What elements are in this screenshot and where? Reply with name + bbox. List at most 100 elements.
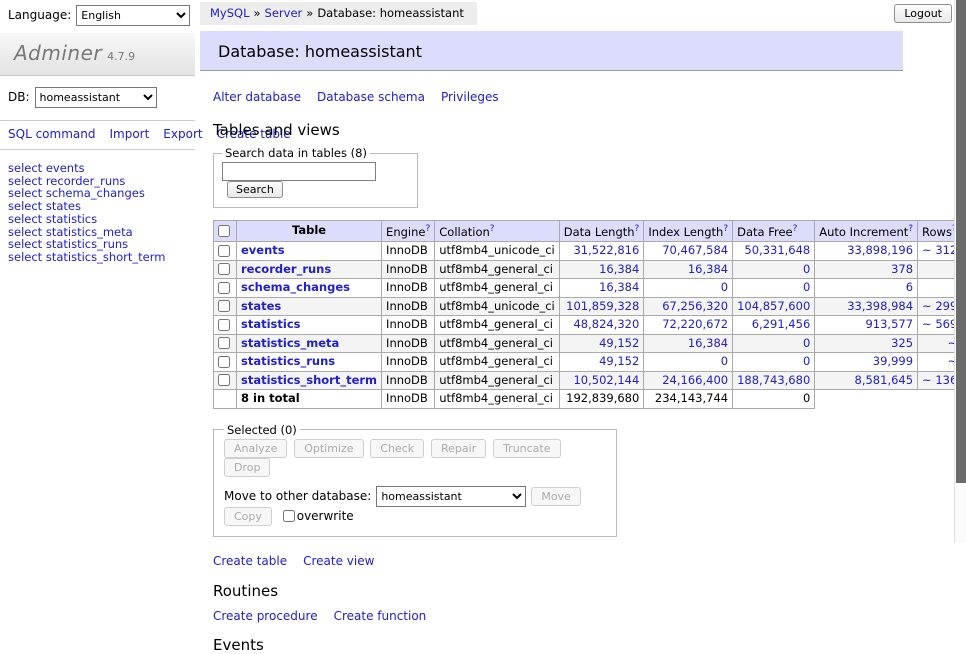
column-header-data-free: Data Free?	[733, 221, 815, 242]
table-total-row: 8 in totalInnoDButf8mb4_general_ci192,83…	[214, 390, 966, 409]
copy-button[interactable]: Copy	[224, 507, 272, 526]
breadcrumb-current: Database: homeassistant	[317, 6, 464, 20]
main-area: MySQL»Server»Database: homeassistant Dat…	[200, 0, 955, 654]
routine-link-create-procedure[interactable]: Create procedure	[213, 609, 318, 623]
language-row: Language: English	[0, 0, 195, 26]
column-hint-icon[interactable]: ?	[425, 224, 430, 234]
table-row: statistics_metaInnoDButf8mb4_general_ci4…	[214, 334, 966, 353]
analyze-button[interactable]: Analyze	[224, 439, 287, 458]
table-link-statistics_runs[interactable]: statistics_runs	[241, 354, 335, 368]
column-hint-icon[interactable]: ?	[723, 224, 728, 234]
create-link-create-view[interactable]: Create view	[303, 554, 374, 568]
table-link-statistics_meta[interactable]: statistics_meta	[241, 336, 339, 350]
db-select[interactable]: homeassistant	[35, 87, 157, 108]
total-label: 8 in total	[237, 390, 382, 409]
scrollbar-thumb[interactable]	[956, 0, 966, 483]
sidebar-command-links: SQL commandImportExportCreate table	[0, 120, 195, 150]
cell-collation: utf8mb4_general_ci	[435, 316, 560, 335]
sidebar-select-statistics[interactable]: select statistics	[8, 213, 195, 226]
cell-engine: InnoDB	[382, 279, 435, 298]
action-link-database-schema[interactable]: Database schema	[317, 90, 425, 104]
select-all-checkbox[interactable]	[218, 225, 230, 237]
breadcrumb-link-mysql[interactable]: MySQL	[210, 6, 250, 20]
table-link-statistics_short_term[interactable]: statistics_short_term	[241, 373, 377, 387]
sidebar-select-events[interactable]: select events	[8, 162, 195, 175]
cell-table-name: states	[237, 297, 382, 316]
row-checkbox-statistics[interactable]	[218, 319, 230, 331]
cell-data-length: 49,152	[559, 353, 644, 372]
move-button[interactable]: Move	[531, 487, 581, 506]
cell-auto-increment: 33,898,196	[815, 242, 918, 261]
scrollbar-track[interactable]	[954, 0, 966, 543]
language-select[interactable]: English	[76, 5, 190, 26]
cell-data-free: 0	[733, 279, 815, 298]
table-link-schema_changes[interactable]: schema_changes	[241, 280, 350, 294]
total-collation: utf8mb4_general_ci	[435, 390, 560, 409]
cell-data-length: 16,384	[559, 279, 644, 298]
cell-engine: InnoDB	[382, 297, 435, 316]
row-check-cell	[214, 242, 237, 261]
table-link-statistics[interactable]: statistics	[241, 317, 301, 331]
row-checkbox-statistics_runs[interactable]	[218, 356, 230, 368]
column-hint-icon[interactable]: ?	[490, 224, 495, 234]
cell-table-name: events	[237, 242, 382, 261]
cell-auto-increment: 33,398,984	[815, 297, 918, 316]
column-hint-icon[interactable]: ?	[908, 224, 913, 234]
check-button[interactable]: Check	[370, 439, 424, 458]
table-link-states[interactable]: states	[241, 299, 281, 313]
cell-data-length: 49,152	[559, 334, 644, 353]
cell-collation: utf8mb4_unicode_ci	[435, 242, 560, 261]
table-row: eventsInnoDButf8mb4_unicode_ci31,522,816…	[214, 242, 966, 261]
sidebar-select-statistics-short-term[interactable]: select statistics_short_term	[8, 251, 195, 264]
cell-data-length: 48,824,320	[559, 316, 644, 335]
sidebar-link-sql-command[interactable]: SQL command	[8, 127, 95, 141]
table-link-recorder_runs[interactable]: recorder_runs	[241, 262, 331, 276]
row-checkbox-recorder_runs[interactable]	[218, 263, 230, 275]
row-checkbox-states[interactable]	[218, 300, 230, 312]
search-input[interactable]	[222, 162, 376, 181]
drop-button[interactable]: Drop	[224, 458, 270, 477]
sidebar-link-import[interactable]: Import	[109, 127, 149, 141]
cell-table-name: schema_changes	[237, 279, 382, 298]
sidebar-table-links: select eventsselect recorder_runsselect …	[0, 162, 195, 264]
logout-button[interactable]: Logout	[894, 4, 952, 23]
action-link-privileges[interactable]: Privileges	[441, 90, 499, 104]
command-links-wrap: SQL commandImportExportCreate table	[8, 126, 171, 143]
tables-list: TableEngine?Collation?Data Length?Index …	[213, 220, 966, 409]
table-link-events[interactable]: events	[241, 243, 285, 257]
breadcrumb: MySQL»Server»Database: homeassistant	[200, 2, 477, 25]
selected-legend: Selected (0)	[224, 423, 300, 437]
move-label: Move to other database:	[224, 489, 371, 503]
cell-index-length: 70,467,584	[644, 242, 733, 261]
repair-button[interactable]: Repair	[431, 439, 486, 458]
truncate-button[interactable]: Truncate	[493, 439, 560, 458]
db-label: DB:	[8, 90, 30, 104]
routine-link-create-function[interactable]: Create function	[334, 609, 427, 623]
cell-table-name: recorder_runs	[237, 260, 382, 279]
column-hint-icon[interactable]: ?	[793, 224, 798, 234]
cell-index-length: 0	[644, 279, 733, 298]
cell-collation: utf8mb4_general_ci	[435, 334, 560, 353]
create-link-create-table[interactable]: Create table	[213, 554, 287, 568]
sidebar-select-states[interactable]: select states	[8, 200, 195, 213]
cell-collation: utf8mb4_general_ci	[435, 279, 560, 298]
row-checkbox-schema_changes[interactable]	[218, 282, 230, 294]
overwrite-checkbox[interactable]	[283, 510, 295, 522]
action-link-alter-database[interactable]: Alter database	[213, 90, 301, 104]
row-checkbox-statistics_short_term[interactable]	[218, 374, 230, 386]
breadcrumb-link-server[interactable]: Server	[265, 6, 303, 20]
selected-fieldset: Selected (0) Analyze Optimize Check Repa…	[213, 423, 617, 537]
cell-engine: InnoDB	[382, 260, 435, 279]
cell-engine: InnoDB	[382, 353, 435, 372]
row-checkbox-events[interactable]	[218, 245, 230, 257]
row-checkbox-statistics_meta[interactable]	[218, 337, 230, 349]
sidebar-link-export[interactable]: Export	[163, 127, 202, 141]
search-button[interactable]: Search	[227, 181, 283, 198]
move-db-select[interactable]: homeassistant	[376, 486, 526, 507]
overwrite-option[interactable]: overwrite	[283, 509, 354, 523]
overwrite-label: overwrite	[297, 509, 354, 523]
optimize-button[interactable]: Optimize	[294, 439, 363, 458]
column-hint-icon[interactable]: ?	[635, 224, 640, 234]
language-label: Language:	[8, 8, 71, 22]
cell-collation: utf8mb4_general_ci	[435, 260, 560, 279]
